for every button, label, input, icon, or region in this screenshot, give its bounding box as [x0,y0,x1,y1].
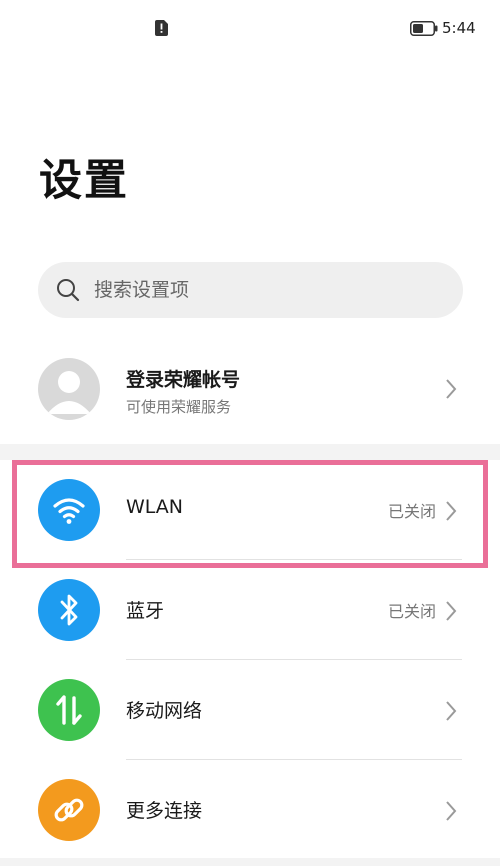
avatar-icon [38,358,100,420]
settings-item-bluetooth[interactable]: 蓝牙 已关闭 [0,560,500,660]
status-bar: 5:44 [0,0,500,58]
link-icon [38,779,100,841]
chevron-right-icon [446,601,457,621]
settings-item-label: WLAN [126,496,184,518]
search-bar[interactable] [38,262,463,318]
chevron-right-icon [446,801,457,821]
chevron-right-icon [446,501,457,521]
chevron-right-icon [446,379,457,399]
section-divider [0,444,500,460]
settings-item-status: 已关闭 [387,602,436,621]
chevron-right-icon [446,701,457,721]
settings-item-label: 蓝牙 [126,600,165,622]
status-time: 5:44 [442,19,476,37]
settings-item-label: 更多连接 [126,800,203,822]
account-name: 登录荣耀帐号 [126,369,241,391]
settings-item-mobile-network[interactable]: 移动网络 [0,660,500,760]
section-divider [0,858,500,866]
account-subtitle: 可使用荣耀服务 [126,398,232,416]
wifi-icon [38,479,100,541]
search-input[interactable] [94,262,444,318]
account-login-row[interactable]: 登录荣耀帐号 可使用荣耀服务 [0,350,500,430]
settings-item-more-connections[interactable]: 更多连接 [0,760,500,860]
page-title: 设置 [39,156,129,206]
settings-item-status: 已关闭 [387,502,436,521]
battery-icon [410,21,438,36]
bluetooth-icon [38,579,100,641]
sim-alert-icon [155,20,168,36]
search-icon [57,279,80,302]
settings-item-wlan[interactable]: WLAN 已关闭 [0,460,500,560]
mobile-data-icon [38,679,100,741]
settings-item-label: 移动网络 [126,700,203,722]
